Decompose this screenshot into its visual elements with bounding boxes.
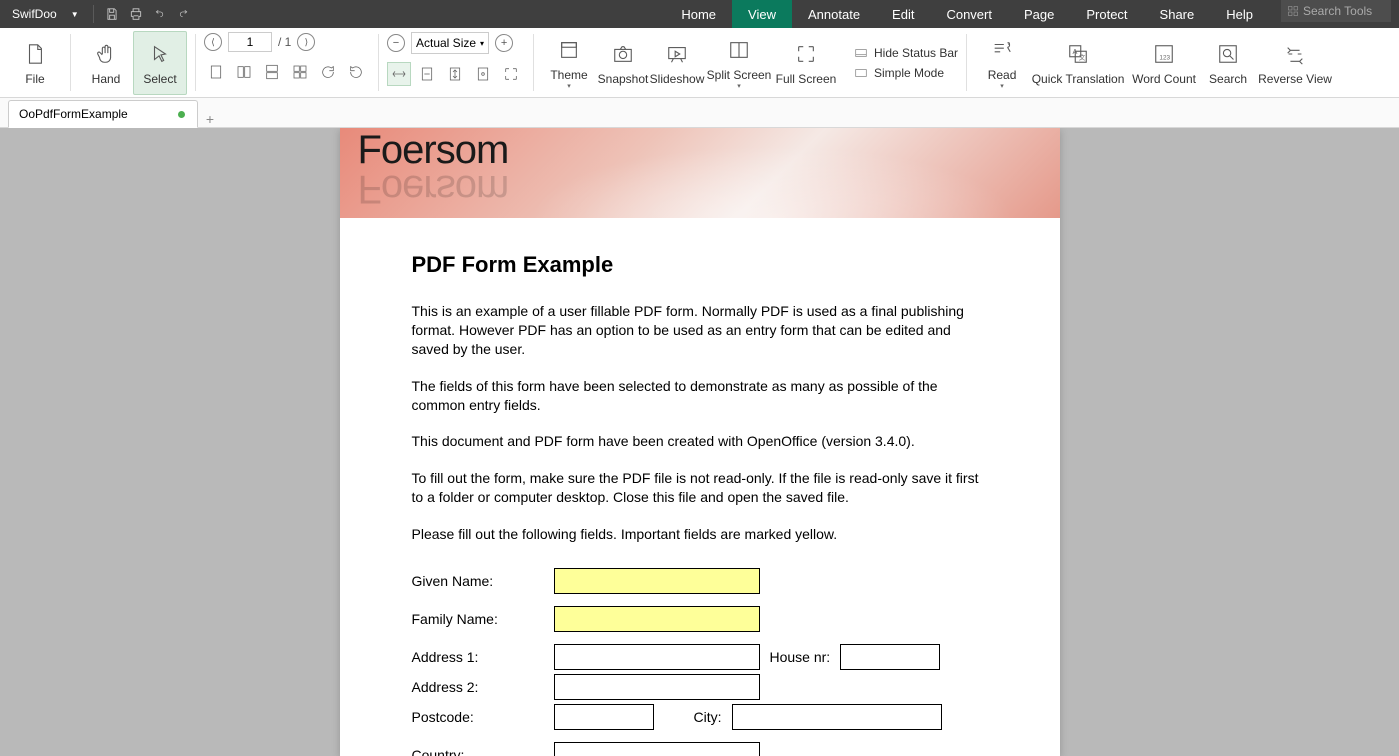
fit-width-icon[interactable]: [387, 62, 411, 86]
grid-icon: [1287, 5, 1299, 17]
title-bar: SwifDoo ▼ Home View Annotate Edit Conver…: [0, 0, 1399, 28]
svg-text:A: A: [1073, 47, 1078, 56]
input-house-nr[interactable]: [840, 644, 940, 670]
first-page-icon[interactable]: ⟨: [204, 33, 222, 51]
label-postcode: Postcode:: [412, 709, 554, 725]
document-tab[interactable]: OoPdfFormExample: [8, 100, 198, 128]
workspace[interactable]: Foersom Foersom PDF Form Example This is…: [0, 128, 1399, 756]
menu-share[interactable]: Share: [1144, 0, 1211, 28]
input-country[interactable]: [554, 742, 760, 756]
pdf-page: Foersom Foersom PDF Form Example This is…: [340, 128, 1060, 756]
fit-selection-icon[interactable]: [499, 62, 523, 86]
document-title: PDF Form Example: [412, 252, 988, 278]
label-family-name: Family Name:: [412, 611, 554, 627]
layout-two-icon[interactable]: [232, 60, 256, 84]
layout-single-icon[interactable]: [204, 60, 228, 84]
menu-edit[interactable]: Edit: [876, 0, 930, 28]
zoom-out-icon[interactable]: −: [387, 34, 405, 52]
simple-mode[interactable]: Simple Mode: [854, 66, 958, 80]
app-name: SwifDoo: [12, 7, 57, 21]
input-postcode[interactable]: [554, 704, 654, 730]
label-given-name: Given Name:: [412, 573, 554, 589]
print-icon[interactable]: [124, 2, 148, 26]
zoom-controls: − Actual Size▾ +: [387, 32, 513, 54]
rotate-cw-icon[interactable]: [316, 60, 340, 84]
search-button[interactable]: Search: [1201, 31, 1255, 95]
svg-text:123: 123: [1159, 54, 1170, 61]
file-button[interactable]: File: [8, 31, 62, 95]
add-tab-button[interactable]: +: [198, 111, 222, 127]
label-address1: Address 1:: [412, 649, 554, 665]
doc-paragraph-3: This document and PDF form have been cre…: [412, 432, 988, 451]
input-address2[interactable]: [554, 674, 760, 700]
save-icon[interactable]: [100, 2, 124, 26]
menu-view[interactable]: View: [732, 0, 792, 28]
label-address2: Address 2:: [412, 679, 554, 695]
menu-convert[interactable]: Convert: [930, 0, 1008, 28]
brand-logo-reflection: Foersom: [358, 166, 509, 211]
page-navigation: ⟨ / 1 ⟩: [204, 32, 315, 52]
document-header-banner: Foersom Foersom: [340, 128, 1060, 218]
app-dropdown-icon[interactable]: ▼: [71, 10, 79, 19]
hand-button[interactable]: Hand: [79, 31, 133, 95]
menu-protect[interactable]: Protect: [1070, 0, 1143, 28]
page-total: / 1: [278, 35, 291, 49]
quick-translation-button[interactable]: A文 Quick Translation: [1029, 31, 1127, 95]
label-country: Country:: [412, 747, 554, 756]
search-tools[interactable]: Search Tools: [1281, 0, 1391, 22]
slideshow-button[interactable]: Slideshow: [650, 31, 704, 95]
page-number-input[interactable]: [228, 32, 272, 52]
ribbon: File Hand Select ⟨ / 1 ⟩: [0, 28, 1399, 98]
document-tabs: OoPdfFormExample +: [0, 98, 1399, 128]
rotate-ccw-icon[interactable]: [344, 60, 368, 84]
menu-annotate[interactable]: Annotate: [792, 0, 876, 28]
layout-grid-icon[interactable]: [288, 60, 312, 84]
fit-height-icon[interactable]: [443, 62, 467, 86]
input-given-name[interactable]: [554, 568, 760, 594]
full-screen-button[interactable]: Full Screen: [774, 31, 838, 95]
input-address1[interactable]: [554, 644, 760, 670]
select-button[interactable]: Select: [133, 31, 187, 95]
input-city[interactable]: [732, 704, 942, 730]
redo-icon[interactable]: [172, 2, 196, 26]
hide-status-bar[interactable]: Hide Status Bar: [854, 46, 958, 60]
tab-modified-indicator: [178, 111, 185, 118]
theme-button[interactable]: Theme ▾: [542, 31, 596, 95]
menu-home[interactable]: Home: [665, 0, 732, 28]
snapshot-button[interactable]: Snapshot: [596, 31, 650, 95]
doc-paragraph-1: This is an example of a user fillable PD…: [412, 302, 988, 359]
doc-paragraph-2: The fields of this form have been select…: [412, 377, 988, 415]
word-count-button[interactable]: 123 Word Count: [1127, 31, 1201, 95]
last-page-icon[interactable]: ⟩: [297, 33, 315, 51]
split-screen-button[interactable]: Split Screen ▾: [704, 31, 774, 95]
app-logo: SwifDoo ▼: [0, 6, 87, 22]
pdf-form: Given Name: Family Name: Address 1: Hous…: [412, 568, 988, 756]
reverse-view-button[interactable]: Reverse View: [1255, 31, 1335, 95]
mode-options: Hide Status Bar Simple Mode: [846, 28, 966, 97]
main-menu: Home View Annotate Edit Convert Page Pro…: [665, 0, 1399, 28]
menu-page[interactable]: Page: [1008, 0, 1070, 28]
read-button[interactable]: Read ▾: [975, 31, 1029, 95]
zoom-level-select[interactable]: Actual Size▾: [411, 32, 489, 54]
label-city: City:: [694, 709, 722, 725]
label-house-nr: House nr:: [770, 649, 831, 665]
input-family-name[interactable]: [554, 606, 760, 632]
menu-help[interactable]: Help: [1210, 0, 1269, 28]
fit-visible-icon[interactable]: [471, 62, 495, 86]
search-placeholder: Search Tools: [1303, 4, 1372, 18]
tab-title: OoPdfFormExample: [19, 107, 128, 121]
doc-paragraph-5: Please fill out the following fields. Im…: [412, 525, 988, 544]
doc-paragraph-4: To fill out the form, make sure the PDF …: [412, 469, 988, 507]
layout-continuous-icon[interactable]: [260, 60, 284, 84]
zoom-in-icon[interactable]: +: [495, 34, 513, 52]
undo-icon[interactable]: [148, 2, 172, 26]
fit-page-icon[interactable]: [415, 62, 439, 86]
svg-text:文: 文: [1079, 52, 1086, 61]
